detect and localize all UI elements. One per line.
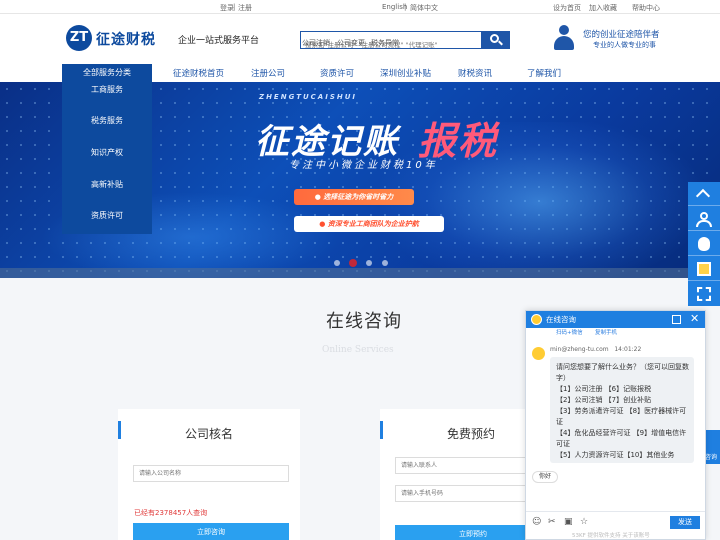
category-item[interactable]: 税务服务 (62, 115, 152, 126)
nav-item-license[interactable]: 资质许可 (320, 67, 354, 79)
banner-pinyin: ZHENGTUCAISHUI (259, 93, 358, 101)
category-item[interactable]: 工商服务 (62, 84, 152, 95)
agent-email: min@zheng-tu.com (550, 346, 609, 353)
company-name-input[interactable] (133, 465, 289, 482)
companion-subtitle: 专业的人做专业的事 (593, 41, 656, 49)
chat-message: 请问您想要了解什么业务？（您可以回复数 字） 【1】公司注册 【6】记账报税 【… (550, 357, 694, 463)
category-item[interactable]: 知识产权 (62, 147, 152, 158)
chat-line: 字） (556, 374, 570, 382)
chat-line: 可证 (556, 440, 570, 448)
message-time: 14:01:22 (614, 346, 642, 353)
top-bar: 登录 | 注册 English | 简体中文 设为首页 加入收藏 帮助中心 (0, 0, 720, 14)
chinese-link[interactable]: 简体中文 (410, 3, 438, 13)
scan-wechat-link[interactable]: 扫码+微信 (556, 328, 583, 336)
close-icon[interactable]: ✕ (690, 313, 699, 325)
add-favorite-link[interactable]: 加入收藏 (589, 3, 617, 13)
consult-now-button[interactable]: 立即咨询 (133, 523, 289, 540)
help-center-link[interactable]: 帮助中心 (632, 3, 660, 13)
company-name-check-card: 公司核名 已经有2378457人查询 立即咨询 (118, 409, 300, 540)
slide-dot-active[interactable] (349, 259, 357, 267)
slide-dot[interactable] (366, 260, 372, 266)
category-item[interactable]: 高新补贴 (62, 179, 152, 190)
chat-line: 【2】公司注销 【7】创业补贴 (556, 396, 652, 404)
chat-line: 证 (556, 418, 563, 426)
chat-header[interactable]: 在线咨询 ✕ (526, 311, 705, 328)
category-item[interactable]: 资质许可 (62, 210, 152, 221)
chat-line: 请问您想要了解什么业务？（您可以回复数 (556, 363, 689, 371)
arrow-up-icon (695, 188, 711, 204)
logo-icon[interactable]: ZT (66, 25, 92, 51)
user-icon (700, 212, 708, 220)
chat-meta: min@zheng-tu.com 14:01:22 (550, 346, 641, 353)
calendar-icon (697, 262, 711, 276)
register-link[interactable]: 注册 (238, 3, 252, 13)
section-subtitle: Online Services (322, 345, 394, 355)
qq-button[interactable] (688, 232, 720, 256)
maximize-icon[interactable] (672, 315, 681, 324)
chat-line: 【5】人力资源许可证【10】其他业务 (556, 451, 675, 459)
agent-avatar (532, 347, 545, 360)
query-count: 已经有2378457人查询 (134, 509, 208, 517)
banner-subtitle: 专注中小微企业财税10年 (289, 160, 438, 171)
section-title: 在线咨询 (326, 311, 402, 332)
slogan: 企业一站式服务平台 (178, 36, 260, 46)
qrcode-icon (697, 287, 711, 301)
chat-line: 【4】危化品经营许可证 【9】增值电信许 (556, 429, 687, 437)
user-button[interactable] (688, 207, 720, 231)
person-icon (554, 25, 574, 51)
search-button[interactable] (481, 31, 510, 49)
chat-logo-icon (531, 314, 542, 325)
chat-footer: 53KF 提供软件支持 关于该账号 (572, 533, 650, 539)
banner-pill: ● 选择征途为你省时省力 (294, 189, 414, 205)
slide-dot[interactable] (382, 260, 388, 266)
banner-pill: ● 资深专业工商团队为企业护航 (294, 216, 444, 232)
logo-text[interactable]: 征途财税 (96, 29, 156, 49)
top-separator: | (404, 3, 407, 11)
quick-reply-button[interactable]: 你好 (532, 471, 558, 483)
top-separator: | (233, 3, 236, 11)
nav-item-home[interactable]: 征途财税首页 (173, 67, 224, 79)
chat-title: 在线咨询 (546, 315, 576, 324)
qq-icon (698, 237, 710, 251)
back-to-top-button[interactable] (688, 182, 720, 206)
main-nav: 全部服务分类 征途财税首页 注册公司 资质许可 深圳创业补贴 财税资讯 了解我们 (0, 64, 720, 82)
chat-line: 【1】公司注册 【6】记账报税 (556, 385, 652, 393)
folder-icon[interactable]: ▣ (564, 517, 573, 527)
qrcode-button[interactable] (688, 282, 720, 306)
header: ZT 征途财税 企业一站式服务平台 公司注销 公司变更 税务异常 您的创业征途陪… (0, 14, 720, 64)
send-button[interactable]: 发送 (670, 516, 700, 529)
hot-link[interactable]: 公司变更 (337, 38, 365, 48)
emoji-icon[interactable]: ☺ (532, 517, 541, 527)
nav-item-news[interactable]: 财税资讯 (458, 67, 492, 79)
all-services-menu[interactable]: 全部服务分类 (62, 64, 152, 82)
hot-link[interactable]: 公司注销 (302, 38, 330, 48)
calendar-button[interactable] (688, 257, 720, 281)
slide-dot[interactable] (334, 260, 340, 266)
nav-item-register[interactable]: 注册公司 (251, 67, 285, 79)
nav-item-subsidy[interactable]: 深圳创业补贴 (380, 67, 431, 79)
login-link[interactable]: 登录 (220, 3, 234, 13)
chat-line: 【3】劳务派遣许可证 【8】医疗器械许可 (556, 407, 687, 415)
nav-item-about[interactable]: 了解我们 (527, 67, 561, 79)
set-homepage-link[interactable]: 设为首页 (553, 3, 581, 13)
hot-link[interactable]: 税务异常 (371, 38, 399, 48)
copy-phone-link[interactable]: 复制手机 (595, 328, 617, 336)
star-icon[interactable]: ☆ (580, 517, 588, 527)
card-title: 公司核名 (184, 427, 233, 441)
scissors-icon[interactable]: ✂ (548, 517, 556, 527)
chat-widget: 在线咨询 ✕ 扫码+微信 复制手机 min@zheng-tu.com 14:01… (525, 310, 706, 540)
category-menu: 工商服务 税务服务 知识产权 高新补贴 资质许可 (62, 82, 152, 234)
companion-title: 您的创业征途陪伴者 (583, 30, 660, 40)
floating-sidebar (688, 182, 720, 306)
